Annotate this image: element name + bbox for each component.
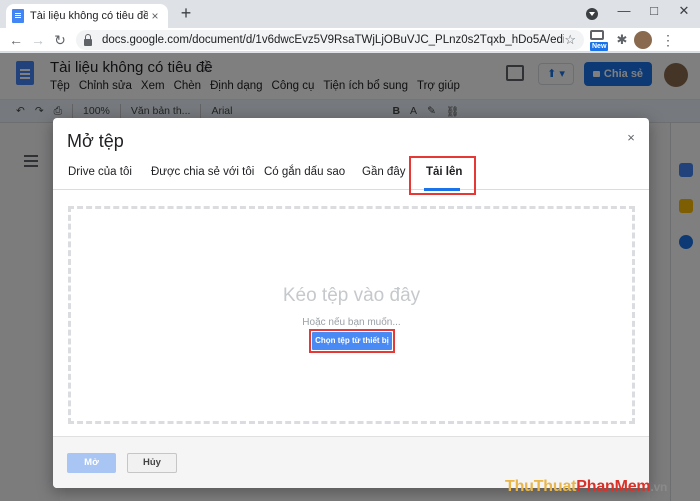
browser-tab-title: Tài liệu không có tiêu đề - Google xyxy=(30,10,148,22)
upload-tab-highlight xyxy=(409,156,476,195)
bookmark-star-icon[interactable]: ☆ xyxy=(564,32,576,48)
drop-files-text: Kéo tệp vào đây xyxy=(282,285,421,306)
choose-file-button[interactable]: Chọn tệp từ thiết bị xyxy=(312,332,392,350)
back-icon[interactable]: ← xyxy=(6,30,26,50)
tab-recent[interactable]: Gần đây xyxy=(362,166,405,178)
tab-shared-with-me[interactable]: Được chia sẻ với tôi xyxy=(151,166,254,178)
close-icon[interactable]: × xyxy=(623,130,639,146)
new-tab-button[interactable]: + xyxy=(176,4,196,24)
tab-starred[interactable]: Có gắn dấu sao xyxy=(264,166,345,178)
address-bar[interactable]: docs.google.com/document/d/1v6dwcEvz5V9R… xyxy=(76,30,584,50)
browser-tab[interactable]: Tài liệu không có tiêu đề - Google × xyxy=(6,4,168,28)
drop-subtext: Hoặc nếu bạn muốn... xyxy=(302,317,401,328)
maximize-button[interactable]: □ xyxy=(642,2,666,22)
browser-tabstrip: Tài liệu không có tiêu đề - Google × + —… xyxy=(0,0,700,28)
dialog-title: Mở tệp xyxy=(67,131,124,151)
extension-new-badge: New xyxy=(590,42,609,51)
profile-avatar[interactable] xyxy=(634,31,652,49)
tab-close-icon[interactable]: × xyxy=(148,9,162,23)
chrome-menu-icon[interactable]: ⋮ xyxy=(660,32,676,48)
url-text[interactable]: docs.google.com/document/d/1v6dwcEvz5V9R… xyxy=(102,34,564,46)
browser-toolbar: ← → ↻ docs.google.com/document/d/1v6dwcE… xyxy=(0,28,700,52)
upload-dropzone[interactable]: Kéo tệp vào đây Hoặc nếu bạn muốn... Chọ… xyxy=(68,206,635,424)
open-file-dialog: Mở tệp × Drive của tôi Được chia sẻ với … xyxy=(53,118,649,488)
lock-icon xyxy=(84,33,92,46)
minimize-button[interactable]: — xyxy=(612,2,636,22)
reload-icon[interactable]: ↻ xyxy=(50,30,70,50)
docs-favicon-icon xyxy=(12,9,24,23)
cancel-button[interactable]: Hủy xyxy=(127,453,177,473)
chrome-profile-menu-icon[interactable] xyxy=(586,8,598,20)
extension-new-icon[interactable]: New xyxy=(590,30,609,51)
open-button[interactable]: Mở xyxy=(67,453,116,473)
forward-icon[interactable]: → xyxy=(28,30,48,50)
watermark-part-1: ThuThuat xyxy=(505,478,577,495)
window-close-button[interactable]: ✕ xyxy=(672,2,696,22)
site-watermark: ThuThuatPhanMem.vn xyxy=(505,478,667,496)
dialog-tabs: Drive của tôi Được chia sẻ với tôi Có gắ… xyxy=(53,154,649,191)
watermark-part-3: .vn xyxy=(650,480,668,494)
extensions-puzzle-icon[interactable]: ✱ xyxy=(614,32,630,48)
watermark-part-2: PhanMem xyxy=(576,478,651,495)
tab-my-drive[interactable]: Drive của tôi xyxy=(68,166,132,178)
